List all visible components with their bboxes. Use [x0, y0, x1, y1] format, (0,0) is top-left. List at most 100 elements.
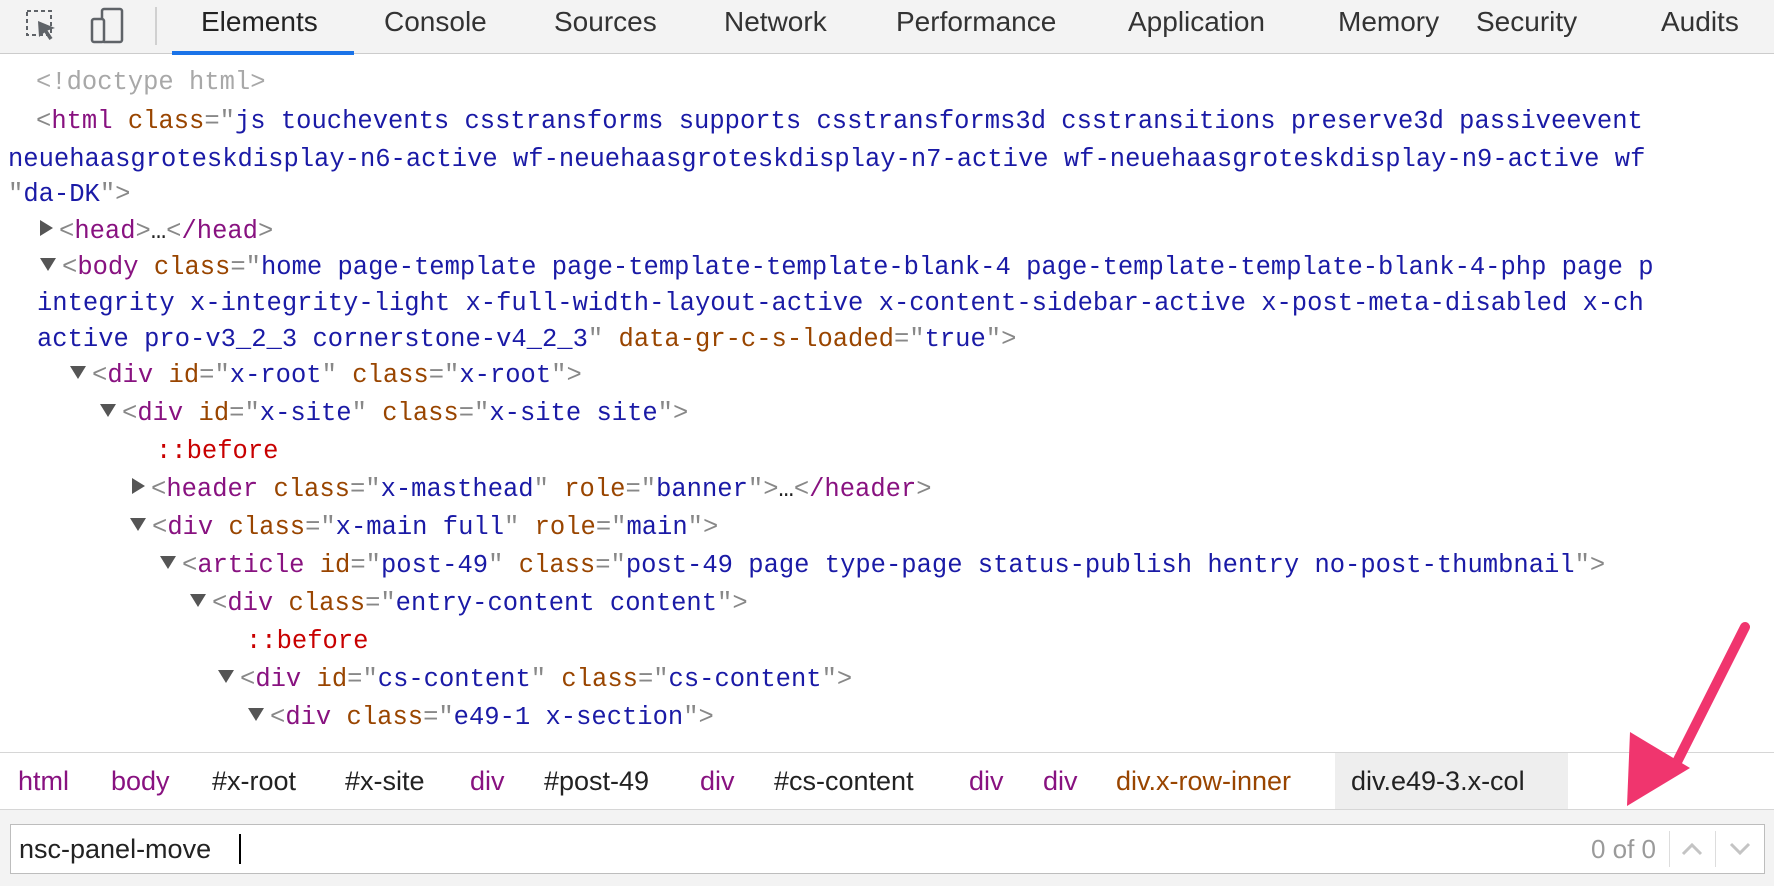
attr-name: class — [228, 513, 306, 542]
breadcrumb-div[interactable]: div — [1027, 753, 1094, 809]
chevron-down-icon[interactable] — [1720, 825, 1760, 873]
attr-name: class — [273, 475, 350, 504]
tag-name: header — [166, 475, 259, 504]
breadcrumb-body[interactable]: body — [95, 753, 186, 809]
tree-node-head[interactable]: <head>…</head> — [40, 213, 273, 251]
tab-security[interactable]: Security — [1476, 0, 1577, 53]
attr-value: x-masthead — [380, 475, 534, 504]
nav-divider — [1715, 831, 1716, 867]
tab-sources[interactable]: Sources — [554, 0, 657, 53]
inspect-element-icon[interactable] — [22, 6, 62, 46]
tree-node-body[interactable]: <body class="home page-template page-tem… — [40, 249, 1654, 287]
attr-value: home page-template page-template-templat… — [260, 253, 1654, 282]
collapsed-ellipsis[interactable]: … — [779, 475, 794, 504]
dom-tree: <!doctype html> <html class="js toucheve… — [0, 55, 1774, 752]
tab-elements[interactable]: Elements — [201, 0, 318, 53]
attr-value: main — [626, 513, 688, 542]
collapse-triangle-icon[interactable] — [248, 707, 264, 721]
attr-name: class — [518, 551, 596, 580]
attr-value: neuehaasgroteskdisplay-n6-active wf-neue… — [8, 145, 1646, 174]
tag-name: div — [227, 589, 274, 618]
match-count: 0 of 0 — [1590, 834, 1656, 864]
tab-network[interactable]: Network — [724, 0, 827, 53]
collapse-triangle-icon[interactable] — [218, 669, 234, 683]
tag-name: div — [107, 361, 154, 390]
tag-name: /head — [181, 217, 258, 246]
tree-node-main[interactable]: <div class="x-main full" role="main"> — [130, 509, 718, 547]
tree-node-x-root[interactable]: <div id="x-root" class="x-root"> — [70, 357, 582, 395]
attr-value: da-DK — [23, 180, 100, 209]
attr-value: js touchevents csstransforms supports cs… — [234, 107, 1643, 136]
search-input[interactable] — [19, 825, 1369, 873]
tree-node-cs-content[interactable]: <div id="cs-content" class="cs-content"> — [218, 661, 852, 699]
attr-name: class — [153, 253, 231, 282]
collapse-triangle-icon[interactable] — [190, 593, 206, 607]
tab-application[interactable]: Application — [1128, 0, 1265, 53]
tab-performance[interactable]: Performance — [896, 0, 1056, 53]
tree-node-pseudo-before[interactable]: ::before — [156, 433, 278, 471]
attr-value: post-49 — [380, 551, 489, 580]
tree-node-pseudo-before-2[interactable]: ::before — [246, 623, 368, 661]
breadcrumb-div[interactable]: div — [684, 753, 751, 809]
tag-name: div — [285, 703, 332, 732]
collapse-triangle-icon[interactable] — [130, 517, 146, 531]
breadcrumb-cs-content[interactable]: #cs-content — [758, 753, 930, 809]
attr-value: cs-content — [377, 665, 531, 694]
tab-audits[interactable]: Audits — [1661, 0, 1739, 53]
collapse-triangle-icon[interactable] — [160, 555, 176, 569]
tree-node-header[interactable]: <header class="x-masthead" role="banner"… — [132, 471, 932, 509]
device-toolbar-icon[interactable] — [88, 6, 128, 46]
doctype-text: <!doctype html> — [36, 68, 266, 97]
collapse-triangle-icon[interactable] — [40, 257, 56, 271]
search-box: 0 of 0 — [10, 824, 1765, 874]
attr-name: class — [352, 361, 429, 390]
expand-triangle-icon[interactable] — [132, 478, 145, 495]
breadcrumb: html body #x-root #x-site div #post-49 d… — [0, 752, 1774, 809]
tag-name: div — [137, 399, 184, 428]
collapse-triangle-icon[interactable] — [100, 403, 116, 417]
attr-name: role — [534, 513, 596, 542]
attr-value: x-site — [259, 399, 352, 428]
tag-name: /header — [809, 475, 917, 504]
tree-node-article[interactable]: <article id="post-49" class="post-49 pag… — [160, 547, 1605, 585]
attr-name: class — [127, 107, 205, 136]
attr-value: true — [924, 325, 986, 354]
breadcrumb-html[interactable]: html — [2, 753, 85, 809]
collapse-triangle-icon[interactable] — [70, 365, 86, 379]
text-caret — [239, 834, 241, 864]
tree-node-section[interactable]: <div class="e49-1 x-section"> — [248, 699, 714, 737]
attr-name: class — [561, 665, 638, 694]
attr-value: x-main full — [335, 513, 504, 542]
tab-console[interactable]: Console — [384, 0, 487, 53]
breadcrumb-div[interactable]: div — [454, 753, 521, 809]
attr-name: class — [346, 703, 424, 732]
chevron-up-icon[interactable] — [1672, 825, 1712, 873]
tree-node-body-wrap: integrity x-integrity-light x-full-width… — [37, 285, 1644, 323]
breadcrumb-x-site[interactable]: #x-site — [329, 753, 441, 809]
attr-name: data-gr-c-s-loaded — [618, 325, 894, 354]
tag-name: body — [77, 253, 139, 282]
tag-name: div — [167, 513, 214, 542]
attr-name: class — [382, 399, 459, 428]
attr-value: x-root — [229, 361, 322, 390]
attr-name: id — [319, 551, 351, 580]
tag-name: head — [74, 217, 136, 246]
attr-value: post-49 page type-page status-publish he… — [625, 551, 1575, 580]
breadcrumb-selected-col[interactable]: div.e49-3.x-col — [1335, 753, 1568, 809]
attr-value: entry-content content — [395, 589, 718, 618]
attr-name: role — [564, 475, 626, 504]
tab-memory[interactable]: Memory — [1338, 0, 1439, 53]
toolbar-divider — [155, 7, 157, 45]
breadcrumb-div[interactable]: div — [953, 753, 1020, 809]
tag-name: html — [51, 107, 113, 136]
tree-node-entry-content[interactable]: <div class="entry-content content"> — [190, 585, 748, 623]
tree-node-doctype[interactable]: <!doctype html> — [36, 64, 266, 102]
attr-value: x-site site — [489, 399, 658, 428]
breadcrumb-x-row-inner[interactable]: div.x-row-inner — [1100, 753, 1307, 809]
expand-triangle-icon[interactable] — [40, 220, 53, 237]
breadcrumb-x-root[interactable]: #x-root — [196, 753, 312, 809]
tree-node-html[interactable]: <html class="js touchevents csstransform… — [36, 103, 1643, 141]
collapsed-ellipsis[interactable]: … — [151, 217, 166, 246]
tree-node-x-site[interactable]: <div id="x-site" class="x-site site"> — [100, 395, 688, 433]
breadcrumb-post-49[interactable]: #post-49 — [528, 753, 665, 809]
